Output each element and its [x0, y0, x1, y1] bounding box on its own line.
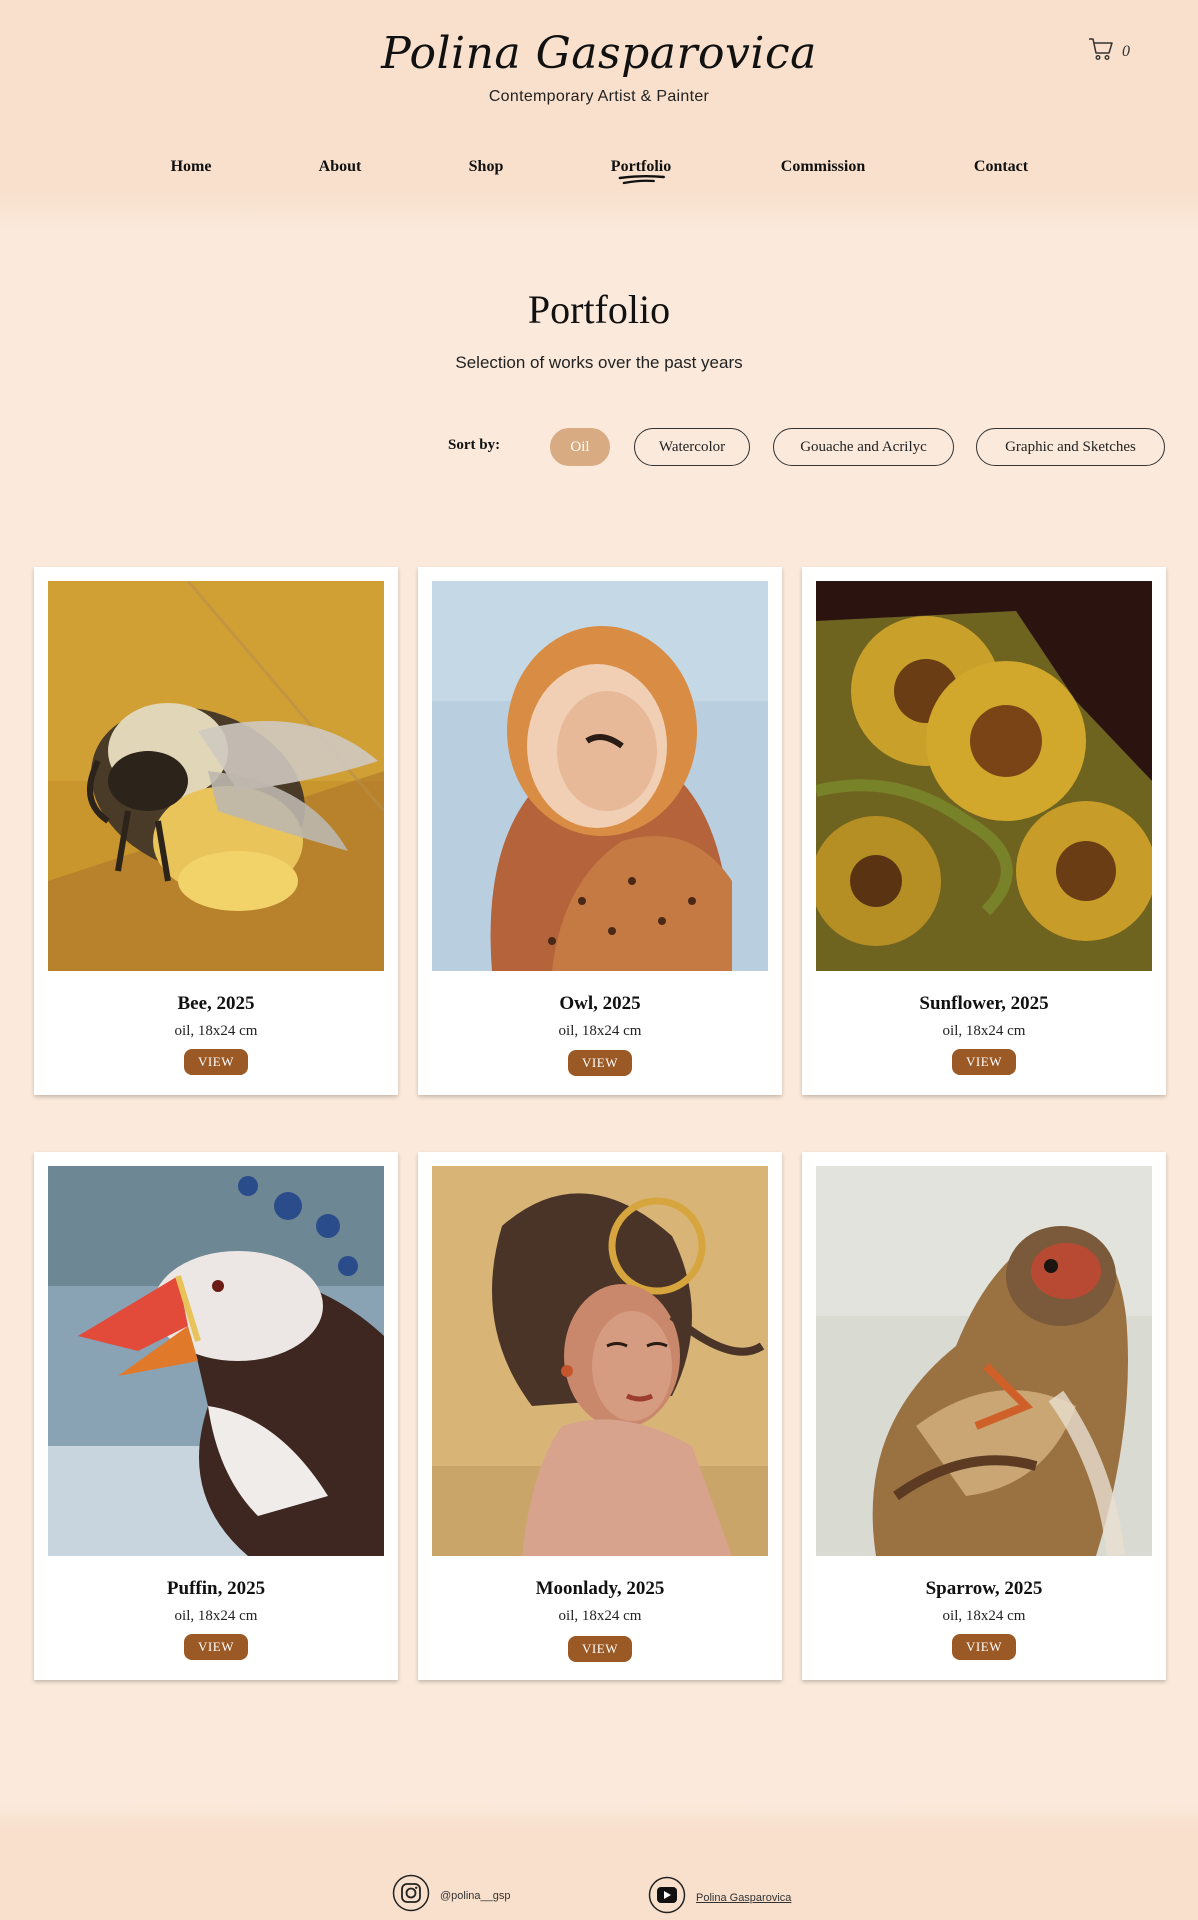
artwork-title: Puffin, 2025: [166, 1578, 266, 1599]
nav-commission[interactable]: Commission: [781, 158, 865, 176]
nav-home[interactable]: Home: [171, 158, 212, 176]
artwork-title: Sunflower, 2025: [919, 993, 1049, 1014]
artwork-medium: oil, 18x24 cm: [558, 1608, 642, 1624]
nav-portfolio[interactable]: Portfolio: [610, 158, 672, 185]
artwork-card-sunflower[interactable]: Sunflower, 2025 oil, 18x24 cm VIEW: [802, 567, 1166, 1095]
artwork-title: Owl, 2025: [559, 993, 641, 1014]
artwork-image-moonlady[interactable]: [432, 1166, 768, 1556]
view-button[interactable]: VIEW: [568, 1050, 632, 1076]
nav-portfolio-label: Portfolio: [610, 158, 672, 175]
artwork-image-owl[interactable]: [432, 581, 768, 971]
site-tagline: Contemporary Artist & Painter: [488, 88, 710, 105]
artwork-title: Sparrow, 2025: [925, 1578, 1043, 1599]
artwork-card-owl[interactable]: Owl, 2025 oil, 18x24 cm VIEW: [418, 567, 782, 1095]
instagram-handle: @polina__gsp: [440, 1889, 511, 1902]
nav-contact[interactable]: Contact: [974, 158, 1028, 176]
artwork-medium: oil, 18x24 cm: [942, 1023, 1026, 1039]
artwork-medium: oil, 18x24 cm: [558, 1023, 642, 1039]
nav-about[interactable]: About: [319, 158, 362, 176]
artwork-image-sunflower[interactable]: [816, 581, 1152, 971]
artwork-card-sparrow[interactable]: Sparrow, 2025 oil, 18x24 cm VIEW: [802, 1152, 1166, 1680]
sort-oil-button[interactable]: Oil: [550, 428, 610, 466]
cart-icon: [1088, 36, 1114, 67]
artwork-card-bee[interactable]: Bee, 2025 oil, 18x24 cm VIEW: [34, 567, 398, 1095]
youtube-channel: Polina Gasparovica: [696, 1891, 792, 1904]
artwork-image-sparrow[interactable]: [816, 1166, 1152, 1556]
artwork-card-puffin[interactable]: Puffin, 2025 oil, 18x24 cm VIEW: [34, 1152, 398, 1680]
view-button[interactable]: VIEW: [184, 1634, 248, 1660]
artwork-title: Bee, 2025: [177, 993, 255, 1014]
page-title: Portfolio: [527, 287, 671, 332]
main-nav: Home About Shop Portfolio Commission Con…: [0, 158, 1198, 185]
artwork-medium: oil, 18x24 cm: [942, 1608, 1026, 1624]
sort-graphic-button[interactable]: Graphic and Sketches: [976, 428, 1165, 466]
view-button[interactable]: VIEW: [184, 1049, 248, 1075]
view-button[interactable]: VIEW: [952, 1634, 1016, 1660]
sort-label: Sort by:: [448, 437, 501, 453]
view-button[interactable]: VIEW: [952, 1049, 1016, 1075]
site-header: Polina Gasparovica Contemporary Artist &…: [0, 0, 1198, 236]
artwork-image-puffin[interactable]: [48, 1166, 384, 1556]
active-nav-underline: [618, 175, 666, 185]
site-logo[interactable]: Polina Gasparovica: [0, 28, 1198, 79]
cart-count: 0: [1122, 42, 1130, 60]
artwork-medium: oil, 18x24 cm: [174, 1608, 258, 1624]
sort-gouache-button[interactable]: Gouache and Acrilyc: [773, 428, 954, 466]
sort-watercolor-button[interactable]: Watercolor: [634, 428, 750, 466]
instagram-icon: [392, 1874, 430, 1917]
instagram-link[interactable]: @polina__gsp: [392, 1874, 511, 1917]
artwork-title: Moonlady, 2025: [535, 1578, 665, 1599]
youtube-icon: [648, 1876, 686, 1919]
nav-shop[interactable]: Shop: [469, 158, 504, 176]
youtube-link[interactable]: Polina Gasparovica: [648, 1876, 791, 1919]
artwork-medium: oil, 18x24 cm: [174, 1023, 258, 1039]
site-footer: @polina__gsp Polina Gasparovica: [0, 1800, 1198, 1920]
view-button[interactable]: VIEW: [568, 1636, 632, 1662]
artwork-image-bee[interactable]: [48, 581, 384, 971]
page-subtitle: Selection of works over the past years: [455, 353, 743, 372]
artwork-card-moonlady[interactable]: Moonlady, 2025 oil, 18x24 cm VIEW: [418, 1152, 782, 1680]
cart-button[interactable]: 0: [1088, 36, 1130, 67]
